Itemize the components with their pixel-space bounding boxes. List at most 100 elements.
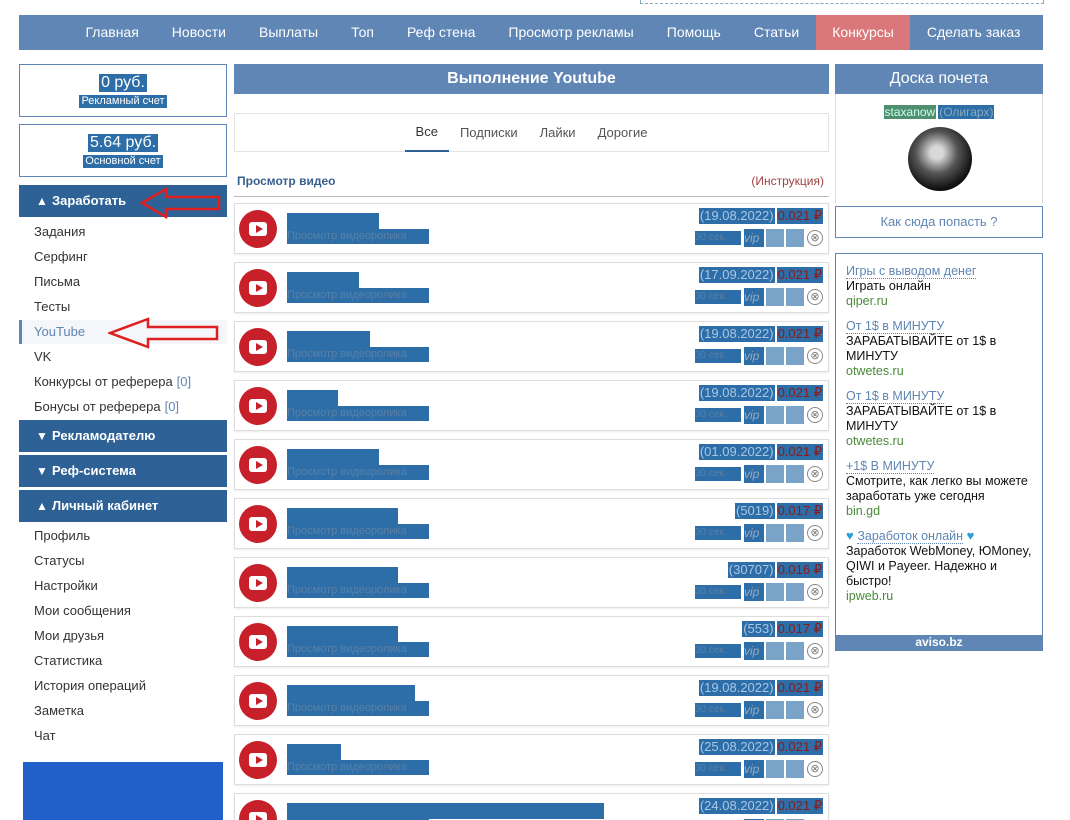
task-row[interactable]: Просмотр видео р Просмотр видеоролика (501…: [234, 498, 829, 549]
task-title[interactable]: Просмотр видеоролика Просмотр видеоролик…: [287, 803, 604, 819]
sidebar-item[interactable]: Письма: [19, 270, 227, 294]
sidebar-item[interactable]: Конкурсы от реферера [0]: [19, 370, 227, 394]
ads-footer[interactable]: aviso.bz: [836, 635, 1042, 650]
task-action-button[interactable]: [766, 760, 784, 778]
task-row[interactable]: Просмотр видео р Просмотр видеоролика (553…: [234, 616, 829, 667]
task-row[interactable]: Просмо Просмотр видеоролика (25.08.2022) 0.…: [234, 734, 829, 785]
task-title[interactable]: Просмотр видео р: [287, 626, 398, 642]
instruction-link[interactable]: (Инструкция): [751, 174, 824, 188]
sidebar-item[interactable]: Бонусы от реферера [0]: [19, 395, 227, 419]
hide-task-icon[interactable]: ⊗: [807, 466, 823, 482]
sidebar-item[interactable]: Настройки: [19, 574, 227, 598]
task-title[interactable]: Просмотр вид: [287, 331, 370, 347]
sidebar-item[interactable]: Заметка: [19, 699, 227, 723]
task-action-button[interactable]: [766, 229, 784, 247]
nav-item[interactable]: Конкурсы: [815, 15, 911, 50]
nav-item[interactable]: Главная: [69, 15, 155, 50]
main-account-box[interactable]: 5.64 руб. Основной счет: [19, 124, 227, 177]
task-action-button[interactable]: [786, 524, 804, 542]
hide-task-icon[interactable]: ⊗: [807, 761, 823, 777]
task-title[interactable]: Просм: [287, 390, 338, 406]
task-action-button[interactable]: [766, 701, 784, 719]
task-action-button[interactable]: [786, 288, 804, 306]
task-row[interactable]: Просмотр видео Просмотр видеоролика (19.08…: [234, 203, 829, 254]
nav-item[interactable]: Сделать заказ: [910, 15, 1037, 50]
task-action-button[interactable]: [786, 583, 804, 601]
task-row[interactable]: Просмотр вид Просмотр видеоролика (19.08.2…: [234, 321, 829, 372]
nav-item[interactable]: Новости: [155, 15, 242, 50]
sidebar-section-advertiser[interactable]: ▼ Рекламодателю: [19, 420, 227, 452]
ad-account-box[interactable]: 0 руб. Рекламный счет: [19, 64, 227, 117]
task-action-button[interactable]: [766, 288, 784, 306]
hide-task-icon[interactable]: ⊗: [807, 230, 823, 246]
task-title[interactable]: Просмотр: [287, 272, 359, 288]
task-action-button[interactable]: [786, 406, 804, 424]
hide-task-icon[interactable]: ⊗: [807, 702, 823, 718]
sidebar-item[interactable]: Задания: [19, 220, 227, 244]
nav-item[interactable]: Просмотр рекламы: [492, 15, 650, 50]
nav-item[interactable]: Топ: [335, 15, 391, 50]
sidebar-item[interactable]: Статусы: [19, 549, 227, 573]
sidebar-item[interactable]: Мои сообщения: [19, 599, 227, 623]
hide-task-icon[interactable]: ⊗: [807, 643, 823, 659]
task-action-button[interactable]: [786, 229, 804, 247]
sidebar-item[interactable]: Статистика: [19, 649, 227, 673]
hide-task-icon[interactable]: ⊗: [807, 584, 823, 600]
task-title[interactable]: Просмотр видеоролик: [287, 685, 415, 701]
tab[interactable]: Лайки: [529, 114, 587, 151]
task-title[interactable]: Просмо: [287, 744, 341, 760]
task-action-button[interactable]: [766, 642, 784, 660]
ad-title[interactable]: От 1$ в МИНУТУ: [846, 319, 945, 334]
ad-title[interactable]: От 1$ в МИНУТУ: [846, 389, 945, 404]
ad-title[interactable]: Заработок онлайн: [857, 529, 964, 544]
sidebar-item[interactable]: История операций: [19, 674, 227, 698]
hide-task-icon[interactable]: ⊗: [807, 348, 823, 364]
tab[interactable]: Подписки: [449, 114, 529, 151]
nav-item[interactable]: Статьи: [737, 15, 815, 50]
task-row[interactable]: Просмотр видео Просмотр видеоролика (01.09…: [234, 439, 829, 490]
task-action-button[interactable]: [766, 524, 784, 542]
task-row[interactable]: Просмотр видео р Просмотр видеоролика (307…: [234, 557, 829, 608]
hide-task-icon[interactable]: ⊗: [807, 289, 823, 305]
task-action-button[interactable]: [766, 347, 784, 365]
task-row[interactable]: Просмотр видеоролика Просмотр видеоролик…: [234, 793, 829, 820]
sidebar-item[interactable]: Чат: [19, 724, 227, 748]
sidebar-section-ref[interactable]: ▼ Реф-система: [19, 455, 227, 487]
task-action-button[interactable]: [786, 760, 804, 778]
sidebar-banner[interactable]: [23, 762, 223, 820]
task-action-button[interactable]: [766, 406, 784, 424]
sidebar-section-cabinet[interactable]: ▲ Личный кабинет: [19, 490, 227, 522]
sidebar-item[interactable]: Профиль: [19, 524, 227, 548]
ad-title[interactable]: Игры с выводом денег: [846, 264, 977, 279]
nav-item[interactable]: Реф стена: [390, 15, 491, 50]
task-title[interactable]: Просмотр видео: [287, 449, 379, 465]
task-title[interactable]: Просмотр видео: [287, 213, 379, 229]
task-row[interactable]: Просм Просмотр видеоролика (19.08.2022) 0.0…: [234, 380, 829, 431]
honor-user-name[interactable]: staxanow: [883, 105, 937, 119]
task-action-button[interactable]: [766, 465, 784, 483]
how-to-get-here-button[interactable]: Как сюда попасть ?: [835, 206, 1043, 238]
sidebar-item[interactable]: Мои друзья: [19, 624, 227, 648]
task-title[interactable]: Просмотр видео р: [287, 508, 398, 524]
hide-task-icon[interactable]: ⊗: [807, 525, 823, 541]
avatar[interactable]: [908, 127, 972, 191]
task-action-button[interactable]: [786, 701, 804, 719]
tab[interactable]: Дорогие: [587, 114, 659, 151]
task-action-button[interactable]: [766, 583, 784, 601]
sidebar-item[interactable]: Серфинг: [19, 245, 227, 269]
nav-item[interactable]: Выплаты: [243, 15, 335, 50]
task-title[interactable]: Просмотр видео р: [287, 567, 398, 583]
hide-task-icon[interactable]: ⊗: [807, 407, 823, 423]
task-row[interactable]: Просмотр Просмотр видеоролика (17.09.2022)…: [234, 262, 829, 313]
nav-item[interactable]: Помощь: [650, 15, 737, 50]
task-row[interactable]: Просмотр видеоролик Просмотр видеоролика (…: [234, 675, 829, 726]
ad-url[interactable]: otwetes.ru: [846, 364, 1032, 379]
ad-url[interactable]: ipweb.ru: [846, 589, 1032, 604]
ad-title[interactable]: +1$ В МИНУТУ: [846, 459, 935, 474]
task-action-button[interactable]: [786, 465, 804, 483]
task-action-button[interactable]: [786, 347, 804, 365]
ad-url[interactable]: qiper.ru: [846, 294, 1032, 309]
ad-url[interactable]: otwetes.ru: [846, 434, 1032, 449]
tab[interactable]: Все: [404, 113, 449, 152]
ad-url[interactable]: bin.gd: [846, 504, 1032, 519]
